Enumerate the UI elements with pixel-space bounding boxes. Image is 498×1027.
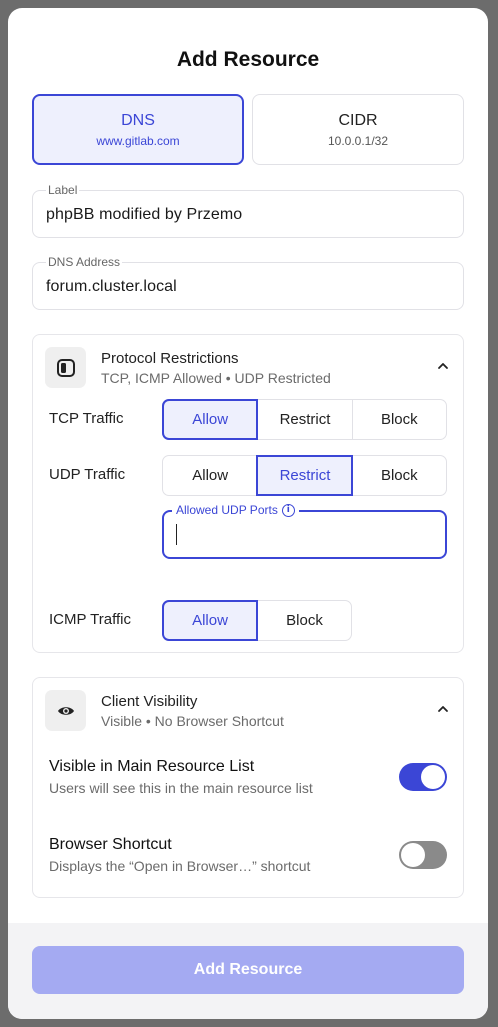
browser-shortcut-toggle[interactable] xyxy=(399,841,447,869)
dns-address-field[interactable]: DNS Address forum.cluster.local xyxy=(32,255,464,310)
tcp-traffic-label: TCP Traffic xyxy=(49,410,124,427)
allowed-udp-ports-input[interactable]: Allowed UDP Ports i xyxy=(162,503,447,559)
visible-in-list-title: Visible in Main Resource List xyxy=(49,758,255,775)
modal-title: Add Resource xyxy=(176,48,320,71)
eye-icon xyxy=(45,690,86,731)
add-resource-button[interactable]: Add Resource xyxy=(32,946,464,994)
toggle-knob xyxy=(401,843,425,867)
tcp-allow-option[interactable]: Allow xyxy=(161,399,259,440)
icmp-block-option[interactable]: Block xyxy=(257,601,351,640)
resource-type-dns-example: www.gitlab.com xyxy=(96,134,180,148)
resource-type-cidr[interactable]: CIDR 10.0.0.1/32 xyxy=(252,94,464,165)
tcp-block-option[interactable]: Block xyxy=(351,400,446,439)
browser-shortcut-title: Browser Shortcut xyxy=(49,836,172,853)
protocol-restrictions-title: Protocol Restrictions xyxy=(101,350,239,367)
icmp-traffic-selector: Allow Block xyxy=(162,600,352,641)
udp-allow-option[interactable]: Allow xyxy=(163,456,257,495)
udp-traffic-label: UDP Traffic xyxy=(49,466,126,483)
modal-footer: Add Resource xyxy=(8,923,488,1019)
add-resource-modal: Add Resource DNS www.gitlab.com CIDR 10.… xyxy=(8,8,488,1019)
client-visibility-section: Client Visibility Visible • No Browser S… xyxy=(32,677,464,898)
label-field-value: phpBB modified by Przemo xyxy=(46,206,243,223)
dns-address-field-value: forum.cluster.local xyxy=(46,278,177,295)
icmp-allow-option[interactable]: Allow xyxy=(162,600,258,641)
browser-shortcut-description: Displays the “Open in Browser…” shortcut xyxy=(49,858,311,874)
protocol-restrictions-icon xyxy=(45,347,86,388)
visible-in-list-toggle[interactable] xyxy=(399,763,447,791)
chevron-up-icon[interactable] xyxy=(437,703,449,715)
client-visibility-title: Client Visibility xyxy=(101,693,198,710)
icmp-traffic-label: ICMP Traffic xyxy=(49,611,131,628)
resource-type-dns[interactable]: DNS www.gitlab.com xyxy=(32,94,244,165)
udp-traffic-selector: Allow Restrict Block xyxy=(162,455,447,496)
resource-type-cidr-label: CIDR xyxy=(338,112,378,129)
resource-type-dns-label: DNS xyxy=(121,112,155,129)
protocol-restrictions-section: Protocol Restrictions TCP, ICMP Allowed … xyxy=(32,334,464,653)
protocol-restrictions-summary: TCP, ICMP Allowed • UDP Restricted xyxy=(101,370,331,386)
label-field[interactable]: Label phpBB modified by Przemo xyxy=(32,183,464,238)
dns-address-field-label: DNS Address xyxy=(46,255,123,269)
tcp-traffic-selector: Allow Restrict Block xyxy=(161,399,447,440)
resource-type-cidr-example: 10.0.0.1/32 xyxy=(327,134,389,148)
udp-restrict-option[interactable]: Restrict xyxy=(256,455,353,496)
text-cursor xyxy=(176,524,177,545)
visible-in-list-description: Users will see this in the main resource… xyxy=(49,780,313,796)
toggle-knob xyxy=(421,765,445,789)
label-field-label: Label xyxy=(46,183,80,197)
allowed-udp-ports-label-wrap: Allowed UDP Ports i xyxy=(172,503,299,517)
tcp-restrict-option[interactable]: Restrict xyxy=(257,400,351,439)
udp-block-option[interactable]: Block xyxy=(351,456,446,495)
allowed-udp-ports-label: Allowed UDP Ports xyxy=(176,503,278,517)
client-visibility-summary: Visible • No Browser Shortcut xyxy=(101,713,284,729)
chevron-up-icon[interactable] xyxy=(437,360,449,372)
info-icon[interactable]: i xyxy=(281,503,295,517)
